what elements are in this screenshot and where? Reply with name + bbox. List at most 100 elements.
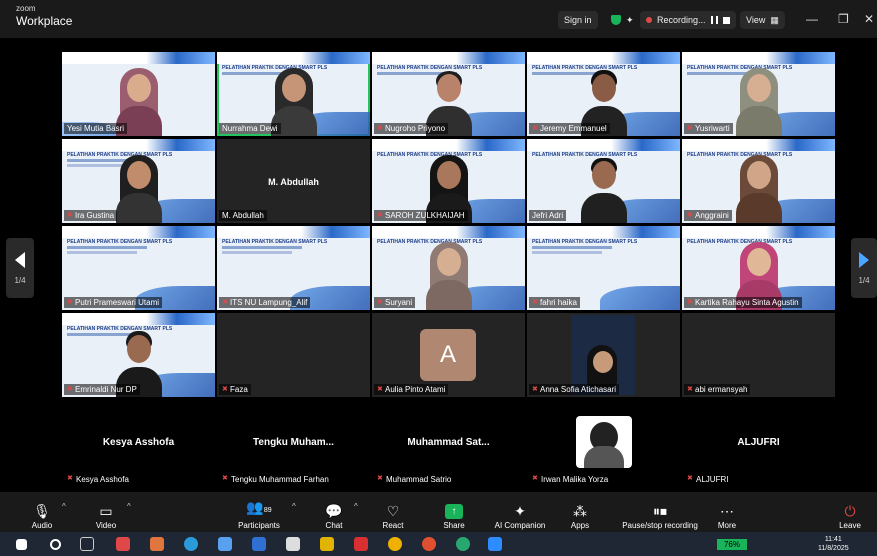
- mic-muted-icon: ✖: [377, 475, 383, 482]
- mic-muted-icon: ✖: [67, 475, 73, 482]
- participant-display-name: Muhammad Sat...: [407, 437, 490, 448]
- chevron-up-icon[interactable]: ^: [127, 502, 131, 511]
- apps-button[interactable]: ⁂ Apps: [545, 496, 615, 530]
- video-tile[interactable]: PELATIHAN PRAKTIK DENGAN SMART PLS Jefri…: [527, 139, 680, 223]
- app-icon[interactable]: [150, 537, 164, 551]
- clock[interactable]: 11:41 11/8/2025: [818, 535, 849, 553]
- participant-name: ✖ Suryani: [374, 297, 416, 308]
- participant-display-name: Kesya Asshofa: [102, 437, 175, 448]
- maximize-icon[interactable]: ❐: [838, 12, 849, 26]
- mic-muted-icon: ✖: [67, 211, 73, 219]
- stop-icon[interactable]: [722, 16, 730, 24]
- video-tile[interactable]: ✖ Anna Sofia Atichasari: [527, 313, 680, 397]
- task-view-icon[interactable]: [80, 537, 94, 551]
- next-page-button[interactable]: 1/4: [851, 238, 877, 298]
- mic-muted-icon: ✖: [687, 211, 693, 219]
- mic-muted-icon: ✖: [532, 475, 538, 482]
- participant-name: ✖ Emrinaldi Nur DP: [64, 384, 140, 395]
- video-tile[interactable]: ✖ Faza: [217, 313, 370, 397]
- participant-name: ✖ Kesya Asshofa: [64, 473, 132, 485]
- participant-name: ✖ Jeremy Emmanuel: [529, 123, 610, 134]
- mic-muted-icon: ✖: [532, 124, 538, 132]
- video-tile[interactable]: ✖ abi ermansyah: [682, 313, 835, 397]
- video-tile[interactable]: PELATIHAN PRAKTIK DENGAN SMART PLS ✖ Emri…: [62, 313, 215, 397]
- participant-display-name: ALJUFRI: [737, 437, 780, 448]
- view-button[interactable]: View ▦: [740, 11, 785, 29]
- mic-muted-icon: ✖: [687, 124, 693, 132]
- chrome-icon[interactable]: [388, 537, 402, 551]
- chrome-icon[interactable]: [456, 537, 470, 551]
- participant-name: ✖ Tengku Muhammad Farhan: [219, 473, 332, 485]
- minimize-icon[interactable]: —: [806, 12, 818, 26]
- meeting-toolbar: 🎙 Audio ^ ▭ Video ^ 👥89 Participants ^ 💬 Ch…: [0, 492, 877, 532]
- video-tile[interactable]: PELATIHAN PRAKTIK DENGAN SMART PLS ✖ Yusr…: [682, 52, 835, 136]
- pause-icon[interactable]: [710, 16, 718, 24]
- brand-bottom: Workplace: [16, 14, 73, 28]
- video-tile[interactable]: A ✖ Aulia Pinto Atami: [372, 313, 525, 397]
- video-tile[interactable]: PELATIHAN PRAKTIK DENGAN SMART PLS ✖ Nugr…: [372, 52, 525, 136]
- app-icon[interactable]: [218, 537, 232, 551]
- pdf-icon[interactable]: [354, 537, 368, 551]
- edge-icon[interactable]: [184, 537, 198, 551]
- mic-muted-icon: ✖: [687, 298, 693, 306]
- participant-name: Yesi Mutia Basri: [64, 123, 128, 134]
- video-tile[interactable]: PELATIHAN PRAKTIK DENGAN SMART PLS ✖ Kart…: [682, 226, 835, 310]
- title-bar: zoom Workplace Sign in ✦ Recording... Vi…: [0, 0, 877, 38]
- mic-muted-icon: ✖: [377, 385, 383, 393]
- audio-button[interactable]: 🎙 Audio: [7, 496, 77, 530]
- video-tile[interactable]: PELATIHAN PRAKTIK DENGAN SMART PLS ✖ Sury…: [372, 226, 525, 310]
- mic-muted-icon: ✖: [687, 475, 693, 482]
- recording-indicator[interactable]: Recording...: [640, 11, 736, 29]
- microphone-icon: 🎙: [33, 503, 51, 519]
- close-icon[interactable]: ✕: [864, 12, 874, 26]
- app-icon[interactable]: [116, 537, 130, 551]
- mic-muted-icon: ✖: [222, 385, 228, 393]
- calculator-icon[interactable]: [286, 537, 300, 551]
- video-tile[interactable]: PELATIHAN PRAKTIK DENGAN SMART PLS ✖ Ira …: [62, 139, 215, 223]
- mic-muted-icon: ✖: [532, 298, 538, 306]
- video-tile[interactable]: Yesi Mutia Basri: [62, 52, 215, 136]
- leave-button[interactable]: ⏻ Leave: [823, 496, 877, 530]
- mic-muted-icon: ✖: [377, 124, 383, 132]
- video-tile[interactable]: PELATIHAN PRAKTIK DENGAN SMART PLS ✖ Angg…: [682, 139, 835, 223]
- video-tile-active-speaker[interactable]: PELATIHAN PRAKTIK DENGAN SMART PLS Nurra…: [217, 52, 370, 136]
- react-button[interactable]: ♡ React: [358, 496, 428, 530]
- os-taskbar: 76% 11:41 11/8/2025: [0, 532, 877, 556]
- camera-icon: ▭: [99, 503, 113, 519]
- page-indicator-left: 1/4: [14, 275, 26, 285]
- participant-name: ✖ Muhammad Satrio: [374, 473, 455, 485]
- chevron-up-icon[interactable]: ^: [292, 502, 296, 511]
- participants-button[interactable]: 👥89 Participants: [224, 496, 294, 530]
- video-tile[interactable]: PELATIHAN PRAKTIK DENGAN SMART PLS ✖ ITS …: [217, 226, 370, 310]
- folder-icon[interactable]: [320, 537, 334, 551]
- share-button[interactable]: ↑ Share: [419, 496, 489, 530]
- app-icon[interactable]: [252, 537, 266, 551]
- zoom-icon[interactable]: [488, 537, 502, 551]
- windows-start-icon[interactable]: [16, 539, 27, 550]
- participant-name: ✖ ITS NU Lampung_Alif: [219, 297, 311, 308]
- video-tile[interactable]: M. Abdullah M. Abdullah: [217, 139, 370, 223]
- more-button[interactable]: ⋯ More: [692, 496, 762, 530]
- share-icon: ↑: [445, 504, 463, 519]
- video-feed: [571, 315, 635, 395]
- participant-name: ✖ SAROH ZULKHAIJAH: [374, 210, 468, 221]
- battery-indicator[interactable]: 76%: [717, 539, 747, 550]
- chrome-icon[interactable]: [422, 537, 436, 551]
- mic-muted-icon: ✖: [532, 385, 538, 393]
- prev-page-button[interactable]: 1/4: [6, 238, 34, 298]
- mic-muted-icon: ✖: [687, 385, 693, 393]
- sparkle-icon: ✦: [514, 503, 526, 519]
- video-tile[interactable]: PELATIHAN PRAKTIK DENGAN SMART PLS ✖ Jere…: [527, 52, 680, 136]
- chevron-up-icon[interactable]: ^: [62, 502, 66, 511]
- participant-name: ✖ Kartika Rahayu Sinta Agustin: [684, 297, 802, 308]
- video-tile[interactable]: PELATIHAN PRAKTIK DENGAN SMART PLS ✖ SARO…: [372, 139, 525, 223]
- participant-name: ✖ Anna Sofia Atichasari: [529, 384, 620, 395]
- sign-in-button[interactable]: Sign in: [558, 11, 598, 29]
- mic-muted-icon: ✖: [377, 211, 383, 219]
- video-tile[interactable]: PELATIHAN PRAKTIK DENGAN SMART PLS ✖ fahr…: [527, 226, 680, 310]
- video-tile[interactable]: PELATIHAN PRAKTIK DENGAN SMART PLS ✖ Putr…: [62, 226, 215, 310]
- profile-picture: [576, 416, 632, 468]
- slide-title: PELATIHAN PRAKTIK DENGAN SMART PLS: [532, 239, 638, 245]
- sparkle-icon[interactable]: ✦: [620, 11, 640, 29]
- search-icon[interactable]: [50, 539, 61, 550]
